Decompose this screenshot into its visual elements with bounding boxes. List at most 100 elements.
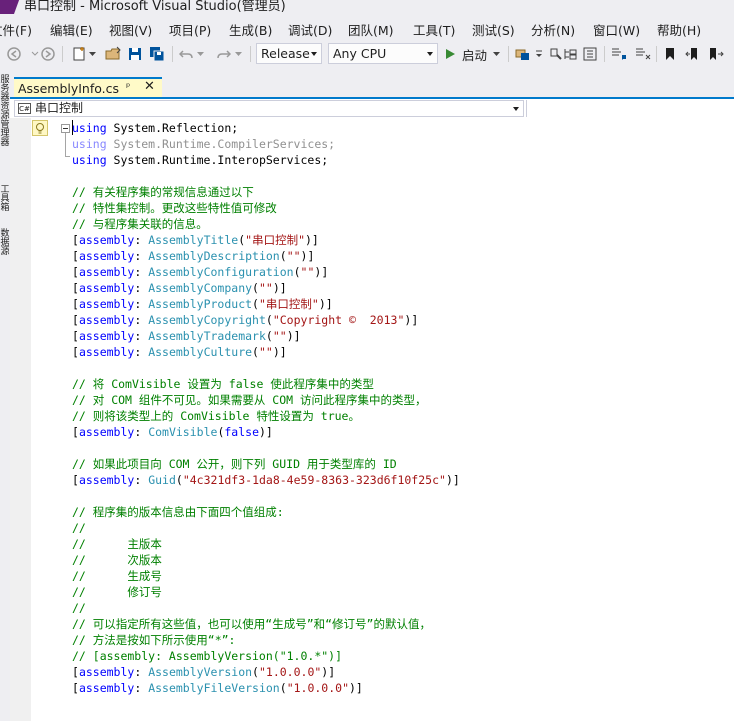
code-token: ( — [252, 297, 259, 311]
code-token: System.Runtime.CompilerServices; — [106, 137, 336, 151]
code-token: )] — [314, 265, 329, 279]
code-line: [assembly: AssemblyCulture("")] — [72, 344, 460, 360]
menu-project[interactable]: 项目(P) — [169, 20, 211, 39]
code-line: // 对 COM 组件不可见。如果需要从 COM 访问此程序集中的类型， — [72, 392, 460, 408]
member-dropdown[interactable] — [526, 100, 734, 117]
code-token: "1.0.0.0" — [286, 681, 349, 695]
code-line: // 将 ComVisible 设置为 false 使此程序集中的类型 — [72, 376, 460, 392]
project-dropdown[interactable]: C# 串口控制 — [14, 100, 524, 117]
undo-icon[interactable] — [178, 44, 194, 64]
properties-window-icon[interactable] — [582, 44, 598, 64]
code-token: ( — [252, 281, 259, 295]
code-token: ( — [252, 665, 259, 679]
window-title: 串口控制 - Microsoft Visual Studio(管理员) — [24, 0, 286, 14]
code-token: [ — [72, 281, 79, 295]
code-token: AssemblyDescription — [148, 249, 280, 263]
server-explorer-tab[interactable]: 服务器资源管理器 — [0, 76, 10, 148]
code-token: "" — [300, 265, 315, 279]
code-line: // 方法是按如下所示使用“*”: — [72, 632, 460, 648]
navigate-back-icon[interactable] — [6, 44, 22, 64]
solution-configuration-select[interactable]: Release — [256, 43, 322, 64]
code-token: )] — [349, 681, 363, 695]
code-line: // 主版本 — [72, 536, 460, 552]
menu-view[interactable]: 视图(V) — [109, 20, 152, 39]
tab-label: AssemblyInfo.cs — [18, 81, 120, 96]
menu-tools[interactable]: 工具(T) — [413, 20, 455, 39]
code-token: AssemblyFileVersion — [148, 681, 280, 695]
toolbar-separator — [604, 46, 605, 62]
code-line: // 特性集控制。更改这些特性值可修改 — [72, 200, 460, 216]
toolbox-tab[interactable]: 工具箱 — [0, 186, 10, 213]
open-file-icon[interactable] — [104, 44, 122, 64]
collapse-region-icon[interactable] — [61, 124, 70, 133]
code-token: "Copyright © 2013" — [272, 313, 405, 327]
undo-dropdown-icon[interactable] — [196, 44, 204, 64]
menu-test[interactable]: 测试(S) — [472, 20, 515, 39]
code-token: : — [134, 345, 149, 359]
code-token: )] — [445, 473, 460, 487]
pin-icon[interactable]: ᵖ — [126, 82, 130, 93]
code-token: using — [72, 137, 107, 151]
code-token: // 对 COM 组件不可见。如果需要从 COM 访问此程序集中的类型， — [72, 393, 427, 407]
lightbulb-icon[interactable] — [32, 120, 48, 136]
data-sources-tab[interactable]: 数据源 — [0, 230, 10, 257]
code-token: : — [134, 425, 149, 439]
navigate-forward-icon[interactable] — [40, 44, 56, 64]
code-line: // 有关程序集的常规信息通过以下 — [72, 184, 460, 200]
browser-link-icon[interactable] — [514, 44, 532, 64]
previous-bookmark-icon[interactable] — [684, 44, 702, 64]
solution-platform-select[interactable]: Any CPU — [328, 43, 438, 64]
new-project-icon[interactable] — [70, 44, 88, 64]
menu-analyze[interactable]: 分析(N) — [531, 20, 575, 39]
tab-assemblyinfo[interactable]: AssemblyInfo.cs ᵖ ✕ — [14, 77, 162, 98]
code-line: [assembly: AssemblyFileVersion("1.0.0.0"… — [72, 680, 460, 696]
code-token: AssemblyVersion — [148, 665, 253, 679]
toolbar-separator — [172, 46, 173, 62]
code-token: )] — [272, 345, 287, 359]
code-line: [assembly: AssemblyCompany("")] — [72, 280, 460, 296]
uncomment-lines-icon[interactable] — [634, 44, 652, 64]
redo-dropdown-icon[interactable] — [234, 44, 242, 64]
code-token: [ — [72, 233, 79, 247]
browser-link-dropdown-icon[interactable] — [534, 44, 544, 64]
code-token: ( — [293, 265, 301, 279]
code-token: AssemblyCompany — [148, 281, 253, 295]
code-token: : — [134, 473, 149, 487]
menu-team[interactable]: 团队(M) — [348, 20, 394, 39]
save-all-icon[interactable] — [148, 44, 166, 64]
code-line: // — [72, 520, 460, 536]
save-icon[interactable] — [126, 44, 144, 64]
code-token: : — [134, 329, 149, 343]
code-token: "" — [258, 345, 273, 359]
code-token: AssemblyCopyright — [148, 313, 266, 327]
code-editor[interactable]: using System.Reflection; using System.Run… — [10, 118, 734, 721]
menu-debug[interactable]: 调试(D) — [288, 20, 332, 39]
solution-explorer-icon[interactable] — [562, 44, 578, 64]
menu-window[interactable]: 窗口(W) — [593, 20, 640, 39]
toolbar-separator — [250, 46, 251, 62]
menu-build[interactable]: 生成(B) — [229, 20, 272, 39]
redo-icon[interactable] — [216, 44, 232, 64]
comment-lines-icon[interactable] — [610, 44, 628, 64]
code-token: [ — [72, 665, 79, 679]
back-dropdown-icon[interactable] — [30, 44, 40, 64]
menu-file[interactable]: 文件(F) — [0, 20, 32, 39]
start-button[interactable]: 启动 — [444, 44, 504, 64]
code-token: [ — [72, 681, 79, 695]
menu-edit[interactable]: 编辑(E) — [50, 20, 93, 39]
next-bookmark-icon[interactable] — [708, 44, 726, 64]
code-token: // 与程序集关联的信息。 — [72, 217, 208, 231]
start-dropdown-icon[interactable] — [493, 51, 501, 57]
code-line: // — [72, 600, 460, 616]
code-line: using System.Reflection; — [72, 120, 460, 136]
code-token: AssemblyCulture — [148, 345, 253, 359]
chevron-down-icon — [513, 107, 519, 111]
code-token: // 可以指定所有这些值，也可以使用“生成号”和“修订号”的默认值， — [72, 617, 431, 631]
new-project-dropdown-icon[interactable] — [88, 44, 96, 64]
menu-help[interactable]: 帮助(H) — [657, 20, 701, 39]
close-icon[interactable]: ✕ — [144, 79, 155, 94]
code-token: [ — [72, 249, 79, 263]
bookmark-icon[interactable] — [662, 44, 678, 64]
code-token: )] — [300, 249, 315, 263]
